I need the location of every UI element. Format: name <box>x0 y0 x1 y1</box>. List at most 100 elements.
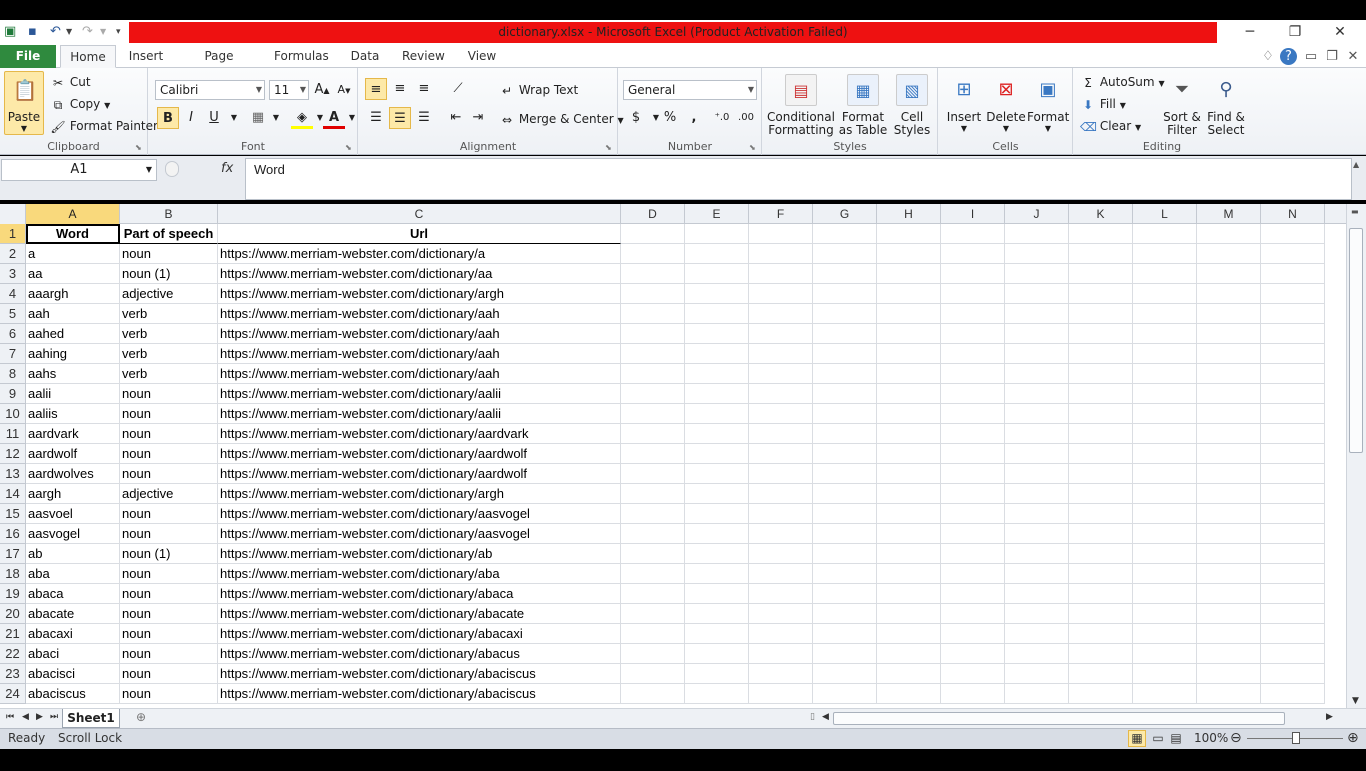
number-format-combo[interactable]: General ▼ <box>623 80 757 100</box>
cell-m10[interactable] <box>1197 404 1261 424</box>
cell-d20[interactable] <box>621 604 685 624</box>
cell-i24[interactable] <box>941 684 1005 704</box>
comma-button[interactable]: , <box>683 107 705 129</box>
page-break-view-icon[interactable]: ▤ <box>1168 729 1184 748</box>
fill-button[interactable]: ⬇ Fill ▼ <box>1080 96 1126 114</box>
row-header[interactable]: 6 <box>0 324 26 344</box>
row-header[interactable]: 19 <box>0 584 26 604</box>
cell-d21[interactable] <box>621 624 685 644</box>
column-header-c[interactable]: C <box>218 204 621 224</box>
cell-c2[interactable]: https://www.merriam-webster.com/dictiona… <box>218 244 621 264</box>
cell-i7[interactable] <box>941 344 1005 364</box>
cell-n24[interactable] <box>1261 684 1325 704</box>
cell-m18[interactable] <box>1197 564 1261 584</box>
row-header[interactable]: 16 <box>0 524 26 544</box>
doc-minimize-icon[interactable]: ▭ <box>1302 48 1320 65</box>
tab-split-handle-icon[interactable]: ▯ <box>810 712 815 722</box>
cell-l17[interactable] <box>1133 544 1197 564</box>
row-header[interactable]: 24 <box>0 684 26 704</box>
format-as-table-button[interactable]: ▦ Format as Table <box>837 72 889 138</box>
cell-a10[interactable]: aaliis <box>26 404 120 424</box>
cell-a18[interactable]: aba <box>26 564 120 584</box>
cell-d2[interactable] <box>621 244 685 264</box>
cell-n16[interactable] <box>1261 524 1325 544</box>
cell-h6[interactable] <box>877 324 941 344</box>
cell-a5[interactable]: aah <box>26 304 120 324</box>
cell-m13[interactable] <box>1197 464 1261 484</box>
cell-b21[interactable]: noun <box>120 624 218 644</box>
customize-qat-icon[interactable]: ▾ <box>116 24 121 40</box>
cell-m22[interactable] <box>1197 644 1261 664</box>
cell-c14[interactable]: https://www.merriam-webster.com/dictiona… <box>218 484 621 504</box>
cell-j5[interactable] <box>1005 304 1069 324</box>
cell-j12[interactable] <box>1005 444 1069 464</box>
cell-n13[interactable] <box>1261 464 1325 484</box>
cell-c21[interactable]: https://www.merriam-webster.com/dictiona… <box>218 624 621 644</box>
cell-j23[interactable] <box>1005 664 1069 684</box>
cell-c24[interactable]: https://www.merriam-webster.com/dictiona… <box>218 684 621 704</box>
cell-i2[interactable] <box>941 244 1005 264</box>
row-header[interactable]: 12 <box>0 444 26 464</box>
cell-i11[interactable] <box>941 424 1005 444</box>
cell-c19[interactable]: https://www.merriam-webster.com/dictiona… <box>218 584 621 604</box>
cell-m4[interactable] <box>1197 284 1261 304</box>
cell-h23[interactable] <box>877 664 941 684</box>
cell-k14[interactable] <box>1069 484 1133 504</box>
cell-b22[interactable]: noun <box>120 644 218 664</box>
cell-i23[interactable] <box>941 664 1005 684</box>
font-launcher-icon[interactable]: ⬊ <box>345 143 354 152</box>
cell-i12[interactable] <box>941 444 1005 464</box>
cell-c17[interactable]: https://www.merriam-webster.com/dictiona… <box>218 544 621 564</box>
cell-m15[interactable] <box>1197 504 1261 524</box>
cell-e12[interactable] <box>685 444 749 464</box>
cell-a17[interactable]: ab <box>26 544 120 564</box>
top-align-icon[interactable]: ≡ <box>365 78 387 100</box>
cell-e7[interactable] <box>685 344 749 364</box>
cell-c3[interactable]: https://www.merriam-webster.com/dictiona… <box>218 264 621 284</box>
cell-m5[interactable] <box>1197 304 1261 324</box>
cell-b8[interactable]: verb <box>120 364 218 384</box>
cell-k23[interactable] <box>1069 664 1133 684</box>
row-header[interactable]: 15 <box>0 504 26 524</box>
cell-h11[interactable] <box>877 424 941 444</box>
cell-j6[interactable] <box>1005 324 1069 344</box>
cell-h17[interactable] <box>877 544 941 564</box>
cell-i17[interactable] <box>941 544 1005 564</box>
cell-e14[interactable] <box>685 484 749 504</box>
number-launcher-icon[interactable]: ⬊ <box>749 143 758 152</box>
cell-b23[interactable]: noun <box>120 664 218 684</box>
cell-g18[interactable] <box>813 564 877 584</box>
column-header-n[interactable]: N <box>1261 204 1325 224</box>
cell-e6[interactable] <box>685 324 749 344</box>
tab-home[interactable]: Home <box>60 45 116 68</box>
tab-data[interactable]: Data <box>350 45 380 68</box>
cell-a13[interactable]: aardwolves <box>26 464 120 484</box>
zoom-slider-knob[interactable] <box>1292 732 1300 744</box>
cell-e23[interactable] <box>685 664 749 684</box>
format-painter-button[interactable]: 🖌 Format Painter <box>50 118 158 135</box>
cell-l7[interactable] <box>1133 344 1197 364</box>
cell-m8[interactable] <box>1197 364 1261 384</box>
cell-d15[interactable] <box>621 504 685 524</box>
cell-j21[interactable] <box>1005 624 1069 644</box>
cell-b20[interactable]: noun <box>120 604 218 624</box>
cell-j17[interactable] <box>1005 544 1069 564</box>
cell-g9[interactable] <box>813 384 877 404</box>
cell-e1[interactable] <box>685 224 749 244</box>
row-header[interactable]: 10 <box>0 404 26 424</box>
cell-m9[interactable] <box>1197 384 1261 404</box>
cell-c8[interactable]: https://www.merriam-webster.com/dictiona… <box>218 364 621 384</box>
cell-n23[interactable] <box>1261 664 1325 684</box>
bottom-align-icon[interactable]: ≡ <box>413 78 435 100</box>
cell-a19[interactable]: abaca <box>26 584 120 604</box>
cell-d11[interactable] <box>621 424 685 444</box>
cell-h14[interactable] <box>877 484 941 504</box>
cell-d4[interactable] <box>621 284 685 304</box>
cell-l21[interactable] <box>1133 624 1197 644</box>
cell-a15[interactable]: aasvoel <box>26 504 120 524</box>
cell-f9[interactable] <box>749 384 813 404</box>
cell-g3[interactable] <box>813 264 877 284</box>
last-sheet-icon[interactable]: ⏭ <box>50 712 58 722</box>
cell-k13[interactable] <box>1069 464 1133 484</box>
cell-k21[interactable] <box>1069 624 1133 644</box>
